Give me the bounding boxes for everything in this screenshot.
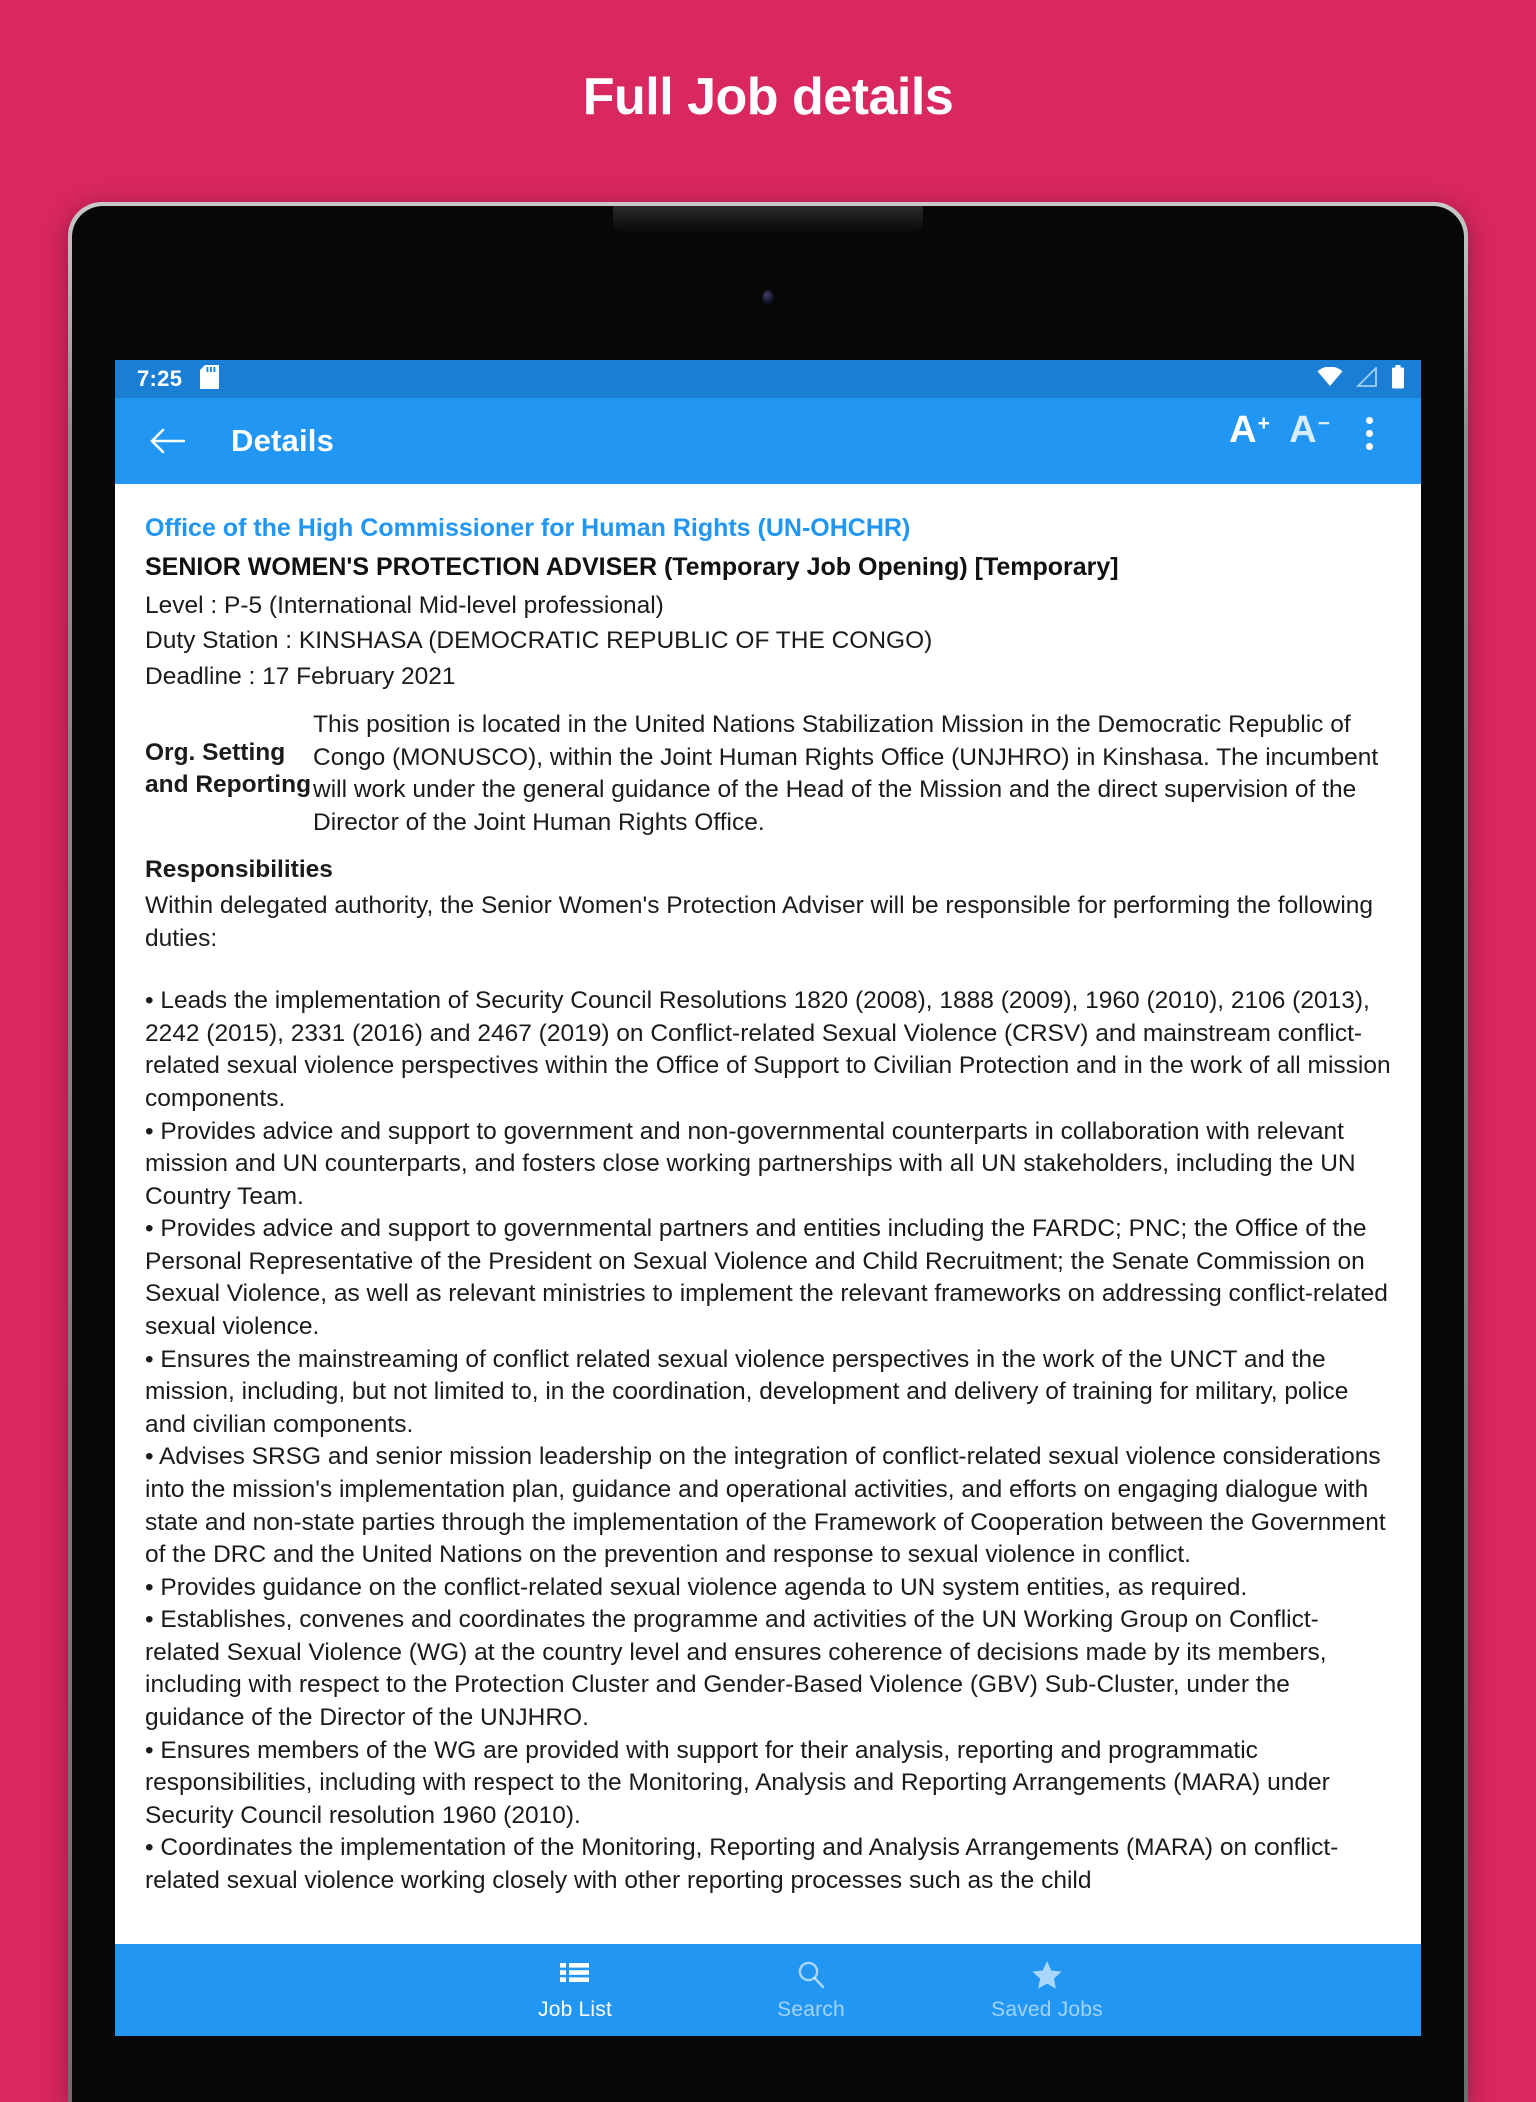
status-right-icons [1317,364,1405,394]
decrease-font-size-icon: A− [1289,409,1330,451]
bottom-nav-label: Search [777,1997,845,2021]
status-bar: 7:25 [115,360,1421,398]
responsibilities-bullet-list: • Leads the implementation of Security C… [145,985,1391,1897]
list-icon [560,1959,590,1991]
bottom-nav-item-job-list[interactable]: Job List [457,1959,693,2022]
front-camera-icon [762,290,774,305]
search-icon [796,1959,826,1991]
status-left-icons [200,364,220,394]
responsibilities-intro: Within delegated authority, the Senior W… [145,892,1374,952]
wifi-icon [1317,366,1343,392]
app-viewport: 7:25 Details A+ A− Office of the High Co… [115,360,1421,2036]
star-icon [1031,1959,1063,1991]
job-details-content[interactable]: Office of the High Commissioner for Huma… [115,484,1421,1944]
overflow-menu-button[interactable] [1339,411,1399,471]
job-level: Level : P-5 (International Mid-level pro… [145,591,664,619]
job-organization: Office of the High Commissioner for Huma… [145,514,911,542]
bottom-nav-item-search[interactable]: Search [693,1959,929,2022]
status-time: 7:25 [137,366,183,391]
signal-icon [1355,365,1378,392]
list-item: • Establishes, convenes and coordinates … [145,1606,1327,1731]
list-item: • Advises SRSG and senior mission leader… [145,1443,1386,1569]
list-item: • Leads the implementation of Security C… [145,987,1391,1113]
more-vertical-icon [1365,411,1373,455]
list-item: • Provides guidance on the conflict-rela… [145,1573,1248,1601]
bottom-nav-label: Saved Jobs [991,1997,1103,2021]
bottom-nav-label: Job List [538,1997,612,2021]
job-duty-station: Duty Station : KINSHASA (DEMOCRATIC REPU… [145,627,933,655]
list-item: • Provides advice and support to governm… [145,1215,1388,1341]
responsibilities-heading: Responsibilities [145,855,333,883]
bottom-navigation-bar: Job List Search Saved Jobs [115,1944,1421,2036]
page-title: Details [231,423,335,458]
increase-font-size-icon: A+ [1229,409,1270,451]
list-item: • Coordinates the implementation of the … [145,1834,1339,1894]
list-item: • Ensures the mainstreaming of conflict … [145,1345,1349,1438]
battery-icon [1391,364,1405,394]
org-setting-label: Org. Setting and Reporting [145,739,312,799]
promo-title: Full Job details [582,68,954,126]
list-item: • Provides advice and support to governm… [145,1117,1356,1210]
app-bar: Details A+ A− [115,398,1421,484]
bottom-nav-item-saved-jobs[interactable]: Saved Jobs [929,1959,1165,2022]
speaker-grille-icon [613,206,923,232]
job-deadline: Deadline : 17 February 2021 [145,662,456,690]
back-arrow-icon[interactable] [145,419,189,463]
increase-font-size-button[interactable]: A+ [1219,411,1279,471]
sd-card-icon [200,364,220,394]
org-setting-text: This position is located in the United N… [313,711,1379,836]
decrease-font-size-button[interactable]: A− [1279,411,1339,471]
org-setting-row: Org. Setting and Reporting This position… [145,709,1391,839]
job-title: SENIOR WOMEN'S PROTECTION ADVISER (Tempo… [145,553,1119,582]
list-item: • Ensures members of the WG are provided… [145,1736,1330,1829]
bottom-nav-group: Job List Search Saved Jobs [457,1959,1165,2022]
